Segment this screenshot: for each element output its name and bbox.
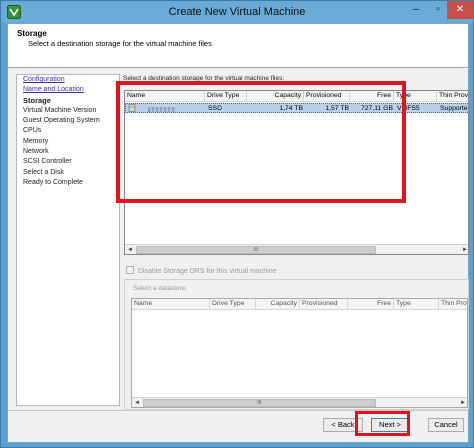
scroll-right-button[interactable]: ► bbox=[460, 245, 468, 254]
col-drive-type[interactable]: Drive Type bbox=[210, 299, 256, 310]
datastore-table-header: Name Drive Type Capacity Provisioned Fre… bbox=[132, 299, 467, 310]
scroll-thumb[interactable]: III bbox=[136, 246, 376, 254]
nav-step-guest-os: Guest Operating System bbox=[23, 117, 100, 125]
scroll-grip: III bbox=[253, 247, 259, 253]
col-type[interactable]: Type bbox=[394, 299, 439, 310]
col-free[interactable]: Free bbox=[348, 299, 394, 310]
disable-storage-drs-label: Disable Storage DRS for this virtual mac… bbox=[138, 268, 277, 275]
step-title: Storage bbox=[17, 29, 47, 38]
col-provisioned[interactable]: Provisioned bbox=[300, 299, 348, 310]
datastore-table[interactable]: Name Drive Type Capacity Provisioned Fre… bbox=[131, 298, 468, 408]
scroll-left-button[interactable]: ◄ bbox=[125, 245, 135, 254]
close-button[interactable]: ✕ bbox=[447, 1, 473, 19]
step-subtitle: Select a destination storage for the vir… bbox=[28, 39, 212, 48]
wizard-window: Create New Virtual Machine – ▫ ✕ Storage… bbox=[0, 0, 474, 448]
datastore-group: Select a datastore: Name Drive Type Capa… bbox=[124, 279, 469, 410]
nav-step-storage: Storage bbox=[23, 95, 51, 105]
window-title: Create New Virtual Machine bbox=[168, 6, 306, 18]
col-name[interactable]: Name bbox=[132, 299, 210, 310]
nav-step-network: Network bbox=[23, 148, 49, 156]
datastore-table-hscrollbar[interactable]: ◄ III ► bbox=[132, 397, 467, 407]
nav-step-configuration[interactable]: Configuration bbox=[17, 75, 119, 85]
cancel-button[interactable]: Cancel bbox=[428, 418, 464, 432]
nav-step-name-and-location[interactable]: Name and Location bbox=[17, 85, 119, 95]
scroll-thumb[interactable]: III bbox=[143, 399, 376, 407]
title-bar[interactable]: Create New Virtual Machine – ▫ ✕ bbox=[1, 1, 473, 23]
storage-highlight-box bbox=[116, 81, 406, 203]
next-highlight-box bbox=[355, 411, 410, 436]
thin-provisioning-cell: Supporte bbox=[440, 105, 468, 112]
col-thin-provisioning[interactable]: Thin Provi bbox=[439, 299, 467, 310]
nav-step-select-disk: Select a Disk bbox=[23, 168, 64, 176]
disable-storage-drs-option[interactable]: Disable Storage DRS for this virtual mac… bbox=[126, 266, 277, 275]
scroll-right-button[interactable]: ► bbox=[458, 398, 467, 407]
wizard-header: Storage Select a destination storage for… bbox=[8, 24, 468, 68]
wizard-step-nav: Configuration Name and Location Storage … bbox=[16, 74, 120, 406]
nav-step-vm-version: Virtual Machine Version bbox=[23, 106, 97, 114]
scroll-grip: III bbox=[257, 400, 262, 406]
scroll-left-button[interactable]: ◄ bbox=[132, 398, 142, 407]
col-thin-provisioning[interactable]: Thin Provi bbox=[437, 91, 468, 102]
nav-step-memory: Memory bbox=[23, 137, 49, 145]
storage-table-hscrollbar[interactable]: ◄ III ► bbox=[125, 244, 468, 254]
col-capacity[interactable]: Capacity bbox=[256, 299, 300, 310]
disable-storage-drs-checkbox[interactable] bbox=[126, 266, 134, 274]
minimize-button[interactable]: – bbox=[405, 1, 427, 19]
maximize-button[interactable]: ▫ bbox=[427, 1, 449, 19]
nav-step-ready: Ready to Complete bbox=[23, 178, 83, 186]
datastore-table-label: Select a datastore: bbox=[133, 285, 188, 292]
nav-step-scsi-controller: SCSI Controller bbox=[23, 158, 72, 166]
nav-step-cpus: CPUs bbox=[23, 127, 42, 135]
